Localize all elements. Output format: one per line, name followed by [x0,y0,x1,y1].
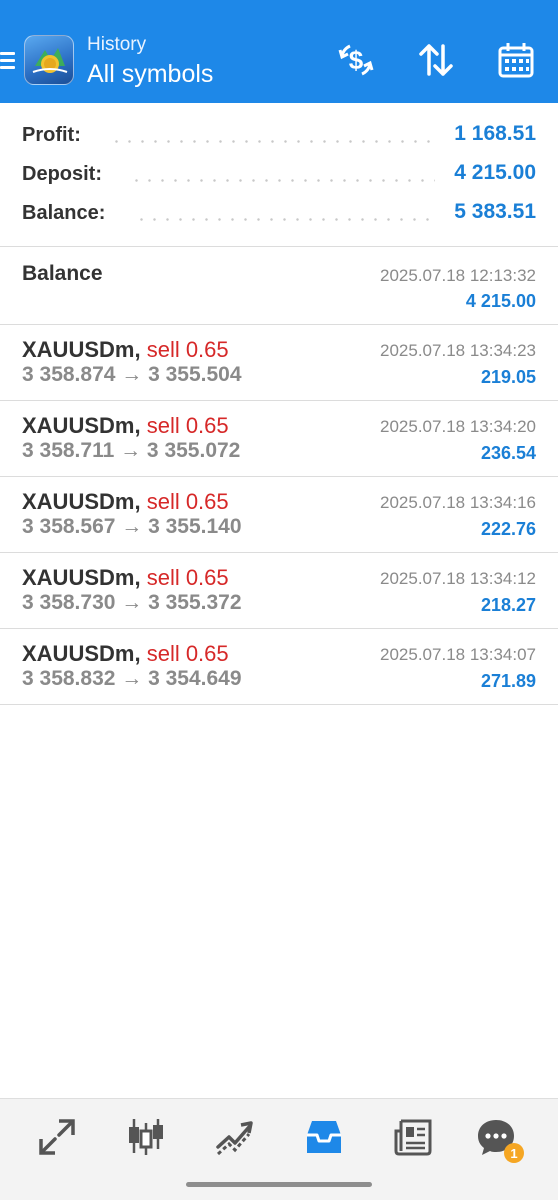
deal-symbol: XAUUSDm, sell 0.65 [22,337,229,363]
summary-value: 5 383.51 [454,200,536,223]
entry-amount: 4 215.00 [465,291,536,311]
app-logo [24,35,74,85]
deal-time: 2025.07.18 13:34:16 [380,493,536,512]
entry-time: 2025.07.18 12:13:32 [380,266,536,285]
summary-value: 4 215.00 [454,161,536,184]
deal-prices: 3 358.730 → 3 355.372 [22,591,242,614]
history-summary: Profit: 1 168.51 Deposit: 4 215.00 Balan… [0,116,558,233]
deal-profit: 218.27 [480,595,536,615]
deal-time: 2025.07.18 13:34:23 [380,341,536,360]
deal-prices: 3 358.832 → 3 354.649 [22,667,242,690]
balance-entry[interactable]: Balance 2025.07.18 12:13:32 4 215.00 [0,248,558,324]
deal-profit: 222.76 [480,519,536,539]
deal-symbol: XAUUSDm, sell 0.65 [22,413,229,439]
sort-icon[interactable] [414,38,458,82]
deal-time: 2025.07.18 13:34:12 [380,569,536,588]
symbol-text: XAUUSDm, [22,413,141,438]
deal-symbol: XAUUSDm, sell 0.65 [22,489,229,515]
header-subtitle: History [87,34,147,55]
divider [0,704,558,705]
summary-label: Deposit: [22,163,102,185]
divider [0,246,558,247]
chat-icon[interactable]: 1 [474,1117,524,1163]
home-indicator[interactable] [186,1182,372,1187]
deal-action: sell 0.65 [146,337,229,362]
symbol-text: XAUUSDm, [22,337,141,362]
summary-row-deposit: Deposit: 4 215.00 [0,155,558,194]
quotes-icon[interactable] [35,1117,79,1157]
deal-action: sell 0.65 [146,641,229,666]
symbol-text: XAUUSDm, [22,489,141,514]
list-item[interactable]: XAUUSDm, sell 0.65 3 358.832 → 3 354.649… [0,629,558,705]
deal-action: sell 0.65 [146,489,229,514]
deal-prices: 3 358.874 → 3 355.504 [22,363,242,386]
dotted-leader [110,140,440,143]
summary-value: 1 168.51 [454,122,536,145]
deal-profit: 236.54 [480,443,536,463]
history-icon[interactable] [302,1117,346,1157]
deal-prices: 3 358.711 → 3 355.072 [22,439,241,462]
list-item[interactable]: XAUUSDm, sell 0.65 3 358.567 → 3 355.140… [0,477,558,553]
symbol-text: XAUUSDm, [22,565,141,590]
deal-time: 2025.07.18 13:34:07 [380,645,536,664]
summary-label: Balance: [22,202,106,224]
deal-action: sell 0.65 [146,413,229,438]
deal-prices: 3 358.567 → 3 355.140 [22,515,242,538]
news-icon[interactable] [391,1117,435,1157]
dotted-leader [135,218,435,221]
deal-symbol: XAUUSDm, sell 0.65 [22,565,229,591]
list-item[interactable]: XAUUSDm, sell 0.65 3 358.874 → 3 355.504… [0,325,558,401]
list-item[interactable]: XAUUSDm, sell 0.65 3 358.711 → 3 355.072… [0,401,558,477]
deal-symbol: XAUUSDm, sell 0.65 [22,641,229,667]
header-title[interactable]: All symbols [87,60,213,89]
list-item[interactable]: XAUUSDm, sell 0.65 3 358.730 → 3 355.372… [0,553,558,629]
chart-icon[interactable] [124,1117,168,1157]
deal-time: 2025.07.18 13:34:20 [380,417,536,436]
summary-label: Profit: [22,124,81,146]
calendar-icon[interactable] [494,38,538,82]
summary-row-profit: Profit: 1 168.51 [0,116,558,155]
dollar-swap-icon[interactable]: $ [334,38,378,82]
notification-badge: 1 [504,1143,524,1163]
svg-text:$: $ [349,45,364,75]
menu-icon[interactable] [0,50,16,72]
bottom-navigation: 1 [0,1098,558,1200]
dotted-leader [130,179,435,182]
deal-action: sell 0.65 [146,565,229,590]
balance-entry-title: Balance [22,262,103,285]
symbol-text: XAUUSDm, [22,641,141,666]
summary-row-balance: Balance: 5 383.51 [0,194,558,233]
deal-profit: 271.89 [480,671,536,691]
deal-profit: 219.05 [480,367,536,387]
trade-icon[interactable] [213,1117,257,1157]
top-app-bar: History All symbols $ [0,0,558,103]
